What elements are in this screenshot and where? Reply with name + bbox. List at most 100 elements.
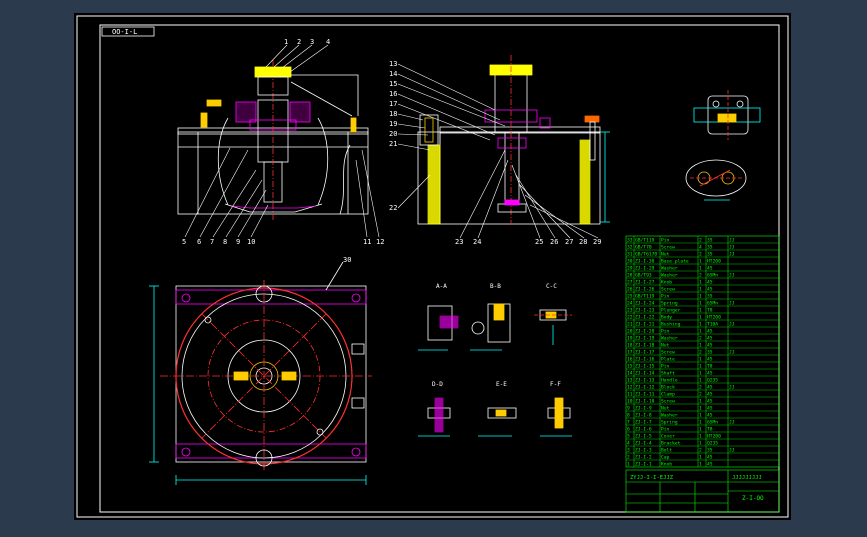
bom-cell: 45	[707, 413, 713, 419]
bom-cell: JJ	[729, 420, 735, 426]
bom-cell: ZJ-I-18	[635, 343, 655, 349]
bom-cell: T10A	[707, 322, 718, 328]
callout-23: 23	[455, 238, 463, 246]
bom-cell: Bolt	[661, 448, 672, 454]
bom-cell: 2	[699, 252, 702, 258]
bom-cell: 1	[699, 266, 702, 272]
bom-cell: 1	[699, 287, 702, 293]
bom-row: 8 ZJ-I-8 Washer 1 45	[627, 413, 713, 419]
bom-cell: 1	[699, 315, 702, 321]
cad-viewport[interactable]: OO-I-L 1 2 3 4 5 6 7 8 9 10 11 12 13 14 …	[0, 0, 867, 533]
callout-30: 30	[343, 256, 351, 264]
bom-cell: 35	[707, 238, 713, 244]
bom-cell: 2	[699, 273, 702, 279]
bom-cell: 65Mn	[707, 273, 718, 279]
bom-cell: ZJ-I-21	[635, 322, 655, 328]
bom-cell: JJ	[729, 252, 735, 258]
bom-cell: HT200	[707, 259, 721, 265]
bom-cell: ZJ-I-24	[635, 301, 655, 307]
bom-cell: Screw	[661, 399, 675, 405]
bom-cell: Washer	[661, 266, 678, 272]
bom-cell: 2	[699, 392, 702, 398]
bom-cell: Pin	[661, 427, 670, 433]
bom-cell: Q235	[707, 378, 718, 384]
bom-cell: ZJ-I-3	[635, 448, 652, 454]
bom-cell: 1	[699, 406, 702, 412]
callout-14: 14	[389, 70, 397, 78]
bom-cell: 45	[707, 399, 713, 405]
callout-16: 16	[389, 90, 397, 98]
bom-cell: 1	[699, 371, 702, 377]
bom-cell: 1	[699, 301, 702, 307]
bom-cell: ZJ-I-16	[635, 357, 655, 363]
section-bb-label: B-B	[490, 283, 501, 290]
bom-row: 27 ZJ-I-27 Knob 1 45	[627, 280, 713, 286]
bom-cell: HT200	[707, 434, 721, 440]
callout-27: 27	[565, 238, 573, 246]
bom-cell: ZJ-I-15	[635, 364, 655, 370]
bom-cell: 2	[699, 448, 702, 454]
bom-cell: 45	[707, 336, 713, 342]
bom-row: 29 ZJ-I-29 Washer 1 45	[627, 266, 713, 272]
bom-cell: ZJ-I-26	[635, 287, 655, 293]
callout-10: 10	[247, 238, 255, 246]
bom-cell: 45	[707, 392, 713, 398]
bom-cell: Pin	[661, 364, 670, 370]
bom-row: 23 ZJ-I-23 Plunger 1 T8	[627, 308, 713, 314]
bom-cell: 1	[699, 364, 702, 370]
callout-28: 28	[579, 238, 587, 246]
callout-19: 19	[389, 120, 397, 128]
bom-cell: 35	[707, 252, 713, 258]
bom-cell: ZJ-I-14	[635, 371, 655, 377]
bom-cell: 10	[627, 399, 633, 405]
bom-cell: Nut	[661, 343, 670, 349]
bom-cell: JJ	[729, 245, 735, 251]
bom-cell: Cap	[661, 455, 670, 461]
bom-cell: 35	[707, 294, 713, 300]
section-ff-label: F-F	[550, 381, 561, 388]
callout-24: 24	[473, 238, 481, 246]
bom-cell: 1	[699, 462, 702, 468]
callout-5: 5	[182, 238, 186, 246]
bom-cell: 1	[699, 280, 702, 286]
bom-cell: T8	[707, 427, 713, 433]
bom-cell: 45	[707, 455, 713, 461]
bom-cell: 1	[699, 294, 702, 300]
callout-17: 17	[389, 100, 397, 108]
bom-cell: JJ	[729, 322, 735, 328]
bom-cell: 1	[699, 259, 702, 265]
bom-cell: ZJ-I-2	[635, 455, 652, 461]
bom-cell: 17	[627, 350, 633, 356]
bom-cell: 20	[627, 329, 633, 335]
bom-cell: 31	[627, 252, 633, 258]
bom-cell: ZJ-I-10	[635, 399, 655, 405]
bom-cell: Spring	[661, 301, 678, 307]
section-ee-label: E-E	[496, 381, 507, 388]
bom-cell: 8	[627, 413, 630, 419]
bom-cell: ZJ-I-29	[635, 266, 655, 272]
bom-cell: ZJ-I-13	[635, 378, 655, 384]
callout-3: 3	[310, 38, 314, 46]
callout-18: 18	[389, 110, 397, 118]
bom-cell: 45	[707, 280, 713, 286]
callout-2: 2	[297, 38, 301, 46]
bom-cell: 45	[707, 287, 713, 293]
bom-cell: JJ	[729, 301, 735, 307]
bom-cell: Bushing	[661, 322, 681, 328]
bom-cell: 45	[707, 406, 713, 412]
bom-cell: 2	[627, 455, 630, 461]
bom-cell: 35	[707, 448, 713, 454]
bom-cell: 1	[699, 322, 702, 328]
bom-cell: 2	[699, 336, 702, 342]
bom-cell: ZJ-I-4	[635, 441, 652, 447]
bom-cell: 29	[627, 266, 633, 272]
bom-cell: Washer	[661, 273, 678, 279]
bom-row: 10 ZJ-I-10 Screw 1 45	[627, 399, 713, 405]
callout-20: 20	[389, 130, 397, 138]
bom-cell: 45	[707, 462, 713, 468]
title-name-text: JJJJJJJJJ	[732, 475, 762, 481]
bom-cell: Washer	[661, 413, 678, 419]
bom-cell: ZJ-I-30	[635, 259, 655, 265]
callout-29: 29	[593, 238, 601, 246]
bom-cell: 13	[627, 378, 633, 384]
